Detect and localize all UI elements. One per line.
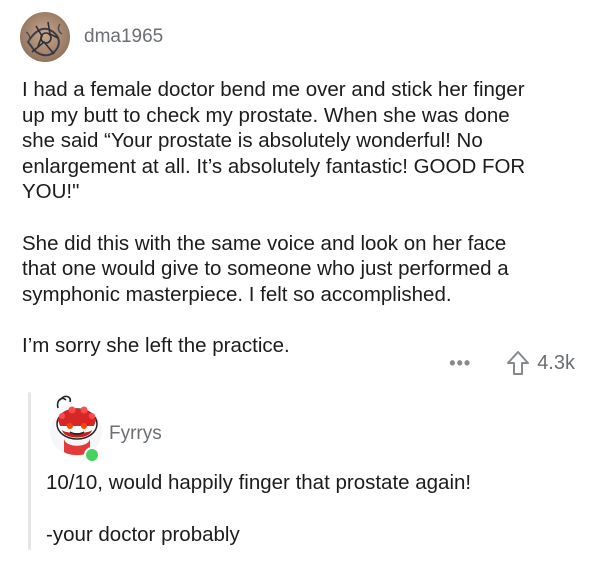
- post-line: symphonic masterpiece. I felt so accompl…: [22, 282, 452, 306]
- post-actions: ••• 4.3k: [449, 348, 575, 378]
- thread-line[interactable]: [28, 392, 31, 550]
- upvote-arrow-icon[interactable]: [505, 349, 531, 377]
- post-line: enlargement at all. It’s absolutely fant…: [22, 154, 526, 178]
- reply-username[interactable]: Fyrrys: [109, 423, 162, 445]
- post-line: I had a female doctor bend me over and s…: [22, 78, 525, 101]
- post-line: she said “Your prostate is absolutely wo…: [22, 129, 483, 152]
- reply-line: 10/10, would happily finger that prostat…: [46, 471, 472, 494]
- user-avatar[interactable]: [20, 12, 70, 62]
- post-line: up my butt to check my prostate. When sh…: [22, 103, 510, 127]
- tattoo-avatar-image: [20, 12, 70, 62]
- post-line: that one would give to someone who just …: [22, 257, 509, 280]
- vote-score: 4.3k: [537, 351, 575, 374]
- post-username[interactable]: dma1965: [84, 26, 163, 48]
- post-paragraph: I had a female doctor bend me over and s…: [22, 77, 590, 205]
- reply-line: -your doctor probably: [46, 522, 240, 546]
- post-line: YOU!": [22, 180, 80, 203]
- post-paragraph: She did this with the same voice and loo…: [22, 231, 590, 308]
- reply-body: 10/10, would happily finger that prostat…: [46, 470, 586, 573]
- post-body: I had a female doctor bend me over and s…: [22, 77, 590, 359]
- more-options-button[interactable]: •••: [449, 353, 471, 374]
- online-status-dot: [84, 447, 100, 463]
- post-line: She did this with the same voice and loo…: [22, 231, 507, 255]
